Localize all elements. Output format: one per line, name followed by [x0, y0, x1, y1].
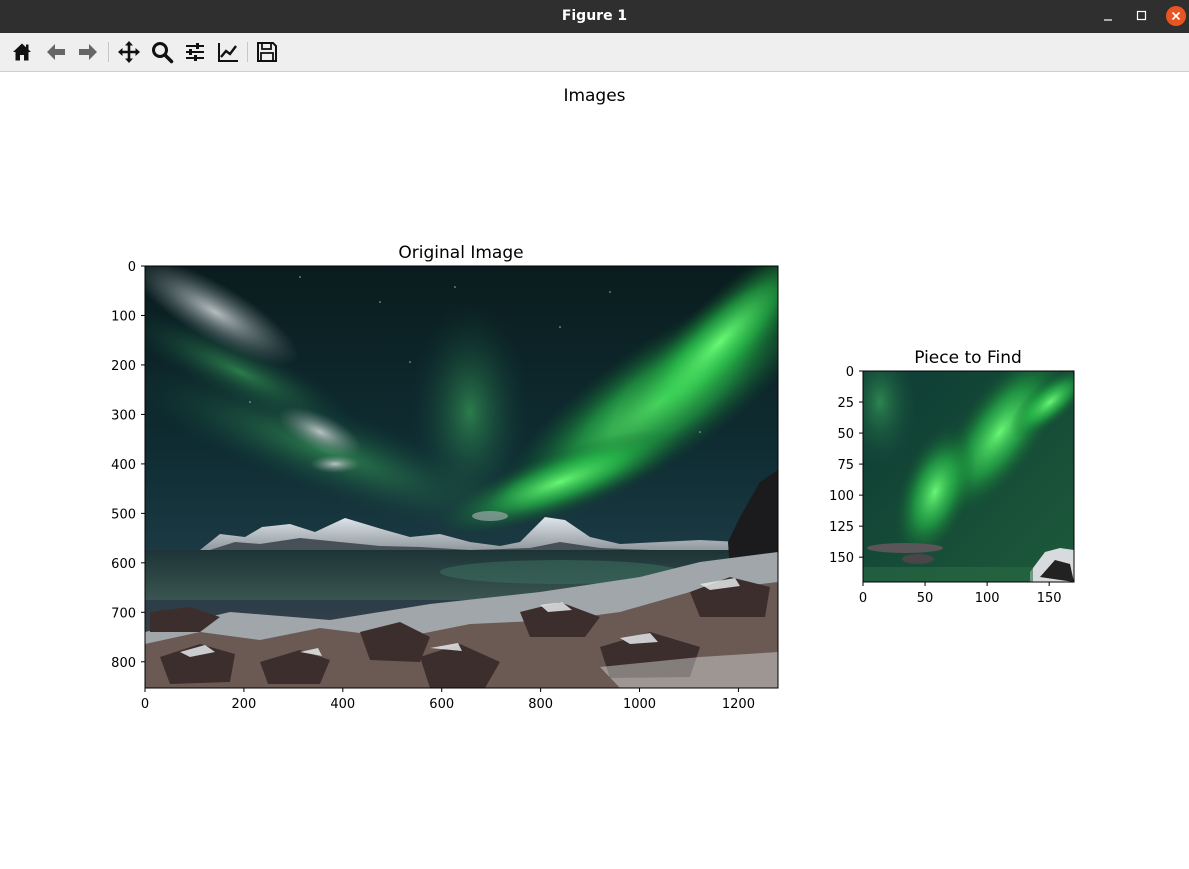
close-icon: [1166, 6, 1186, 26]
original-ytick-label: 500: [111, 507, 136, 522]
original-ytick-label: 400: [111, 458, 136, 473]
home-icon: [13, 43, 31, 61]
piece-ytick-label: 0: [846, 365, 854, 380]
piece-ytick-label: 25: [837, 396, 854, 411]
original-ytick-label: 800: [111, 656, 136, 671]
pan-icon: [118, 41, 140, 63]
zoom-button[interactable]: [148, 38, 176, 66]
forward-button[interactable]: [74, 38, 102, 66]
navigation-toolbar: [0, 33, 1189, 72]
piece-ytick-label: 125: [829, 520, 854, 535]
original-ytick-label: 0: [128, 260, 136, 275]
minimize-icon: [1104, 19, 1112, 21]
piece-xtick-label: 50: [917, 591, 934, 606]
piece-ytick-label: 100: [829, 489, 854, 504]
original-ytick-label: 300: [111, 408, 136, 423]
window-title: Figure 1: [561, 8, 628, 24]
forward-arrow-icon: [79, 44, 97, 60]
original-xtick-label: 0: [141, 697, 149, 712]
configure-subplots-icon: [186, 43, 204, 61]
piece-xtick-label: 0: [859, 591, 867, 606]
original-xtick-label: 800: [528, 697, 553, 712]
piece-ytick-label: 50: [837, 427, 854, 442]
toolbar-separator: [108, 42, 109, 62]
edit-axis-button[interactable]: [214, 38, 242, 66]
close-button[interactable]: [1164, 4, 1188, 28]
piece-xtick-label: 100: [975, 591, 1000, 606]
axes-title-original: Original Image: [398, 243, 523, 263]
minimize-button[interactable]: [1096, 4, 1120, 28]
original-ytick-label: 700: [111, 606, 136, 621]
piece-xtick-label: 150: [1037, 591, 1062, 606]
original-xtick-label: 600: [429, 697, 454, 712]
toolbar-separator: [247, 42, 248, 62]
original-ytick-label: 600: [111, 557, 136, 572]
piece-ytick-label: 75: [837, 458, 854, 473]
back-arrow-icon: [47, 44, 65, 60]
piece-ytick-label: 150: [829, 551, 854, 566]
save-button[interactable]: [253, 38, 281, 66]
home-button[interactable]: [8, 38, 36, 66]
original-image: [145, 266, 778, 688]
window-titlebar: Figure 1: [0, 0, 1189, 33]
save-icon: [257, 42, 277, 62]
original-xtick-label: 400: [330, 697, 355, 712]
zoom-icon: [152, 42, 174, 64]
axes-title-piece: Piece to Find: [914, 348, 1022, 368]
figure-canvas[interactable]: Images Original Image Piece to Find 0 20…: [0, 72, 1189, 869]
back-button[interactable]: [42, 38, 70, 66]
original-xtick-label: 200: [231, 697, 256, 712]
pan-button[interactable]: [115, 38, 143, 66]
maximize-icon: [1136, 10, 1147, 21]
maximize-button[interactable]: [1130, 4, 1154, 28]
original-ytick-label: 100: [111, 309, 136, 324]
original-xtick-label: 1200: [722, 697, 755, 712]
original-ytick-label: 200: [111, 359, 136, 374]
original-xtick-label: 1000: [623, 697, 656, 712]
plots-svg: Original Image Piece to Find 0 200 400 600 8…: [111, 243, 1075, 712]
configure-subplots-button[interactable]: [181, 38, 209, 66]
edit-axis-icon: [218, 43, 238, 62]
